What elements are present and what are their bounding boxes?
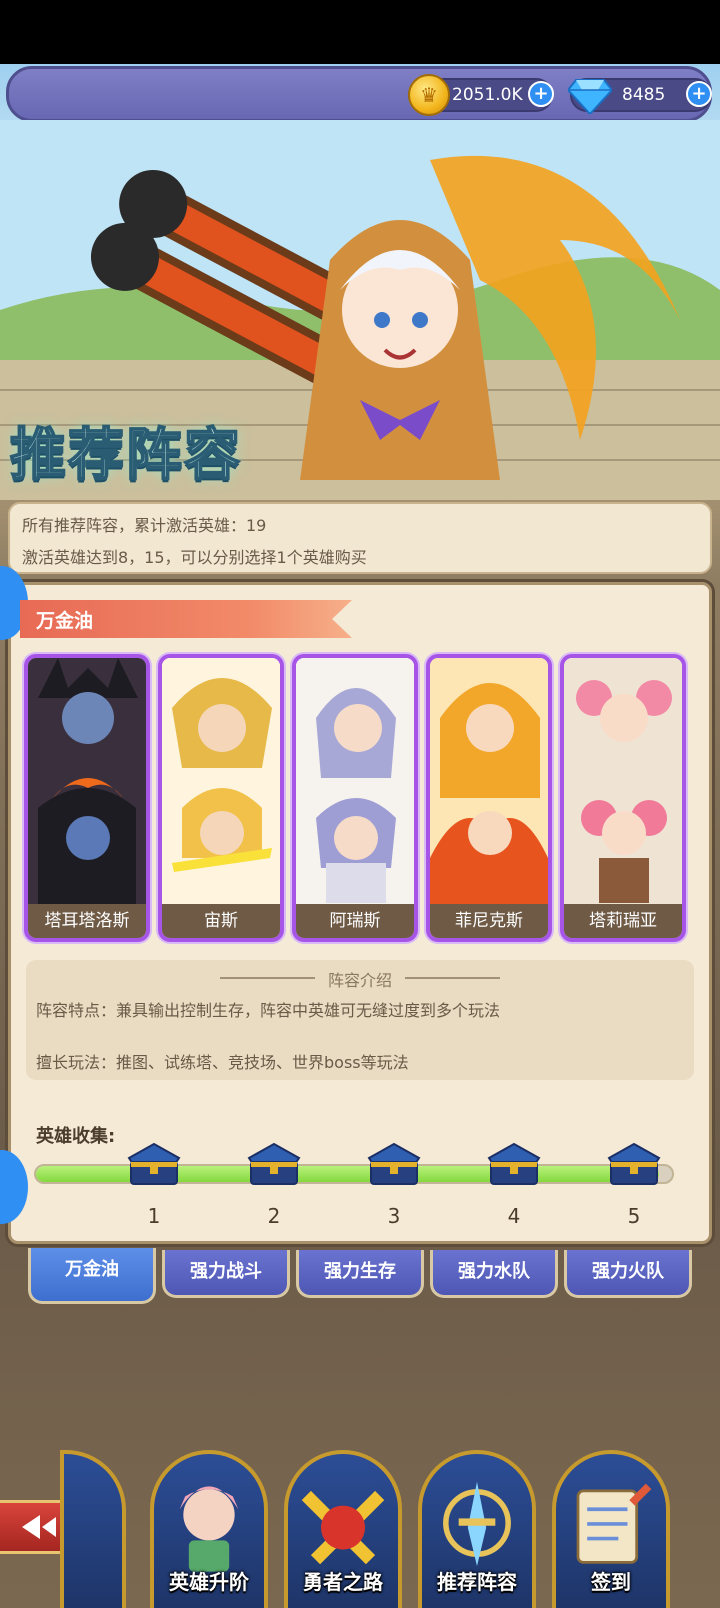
hero-name: 阿瑞斯 [296,904,414,938]
lineup-tab-4[interactable]: 强力水队 [430,1250,558,1298]
hero-card-talia[interactable]: 塔莉瑞亚 [560,654,686,942]
milestone-label: 2 [267,1204,281,1228]
lineup-name: 万金油 [36,610,94,632]
hero-card-ares[interactable]: 阿瑞斯 [292,654,418,942]
ares-portrait [296,658,414,906]
milestone-label: 4 [507,1204,521,1228]
zeus-portrait [162,658,280,906]
talia-portrait [564,658,682,906]
nav-label: 英雄升阶 [169,1570,249,1594]
lineup-tab-3[interactable]: 强力生存 [296,1250,424,1298]
activated-heroes-text: 所有推荐阵容，累计激活英雄：19 [22,516,267,535]
hero-name: 宙斯 [162,904,280,938]
reward-chest-icon[interactable] [125,1138,183,1188]
collection-label: 英雄收集: [36,1126,116,1147]
lineup-tab-2[interactable]: 强力战斗 [162,1250,290,1298]
tartarus-portrait [28,658,146,906]
lineup-modes-text: 擅长玩法：推图、试练塔、竞技场、世界boss等玩法 [36,1053,409,1072]
reward-chest-icon[interactable] [245,1138,303,1188]
reward-chest-icon[interactable] [365,1138,423,1188]
status-bar [0,0,720,64]
hero-name: 塔耳塔洛斯 [28,904,146,938]
milestone-label: 1 [147,1204,161,1228]
reward-chest-icon[interactable] [605,1138,663,1188]
nav-label: 勇者之路 [303,1570,383,1594]
milestone-label: 5 [627,1204,641,1228]
reward-chest-icon[interactable] [485,1138,543,1188]
add-coins-button[interactable]: + [528,81,554,107]
intro-title: 阵容介绍 [327,971,392,990]
hero-card-zeus[interactable]: 宙斯 [158,654,284,942]
nav-label: 推荐阵容 [437,1570,517,1594]
lineup-tab-5[interactable]: 强力火队 [564,1250,692,1298]
lineup-features-text: 阵容特点：兼具输出控制生存，阵容中英雄可无缝过度到多个玩法 [36,1001,501,1020]
add-gems-button[interactable]: + [686,81,712,107]
page-title: 推荐阵容 [9,421,242,489]
hero-name: 菲尼克斯 [430,904,548,938]
purchase-hint-text: 激活英雄达到8，15，可以分别选择1个英雄购买 [22,548,367,567]
hero-card-phoenix[interactable]: 菲尼克斯 [426,654,552,942]
diamond-icon [568,79,612,114]
hero-card-tartarus[interactable]: 塔耳塔洛斯 [24,654,150,942]
nav-label: 签到 [591,1570,631,1594]
gem-amount: 8485 [622,85,666,105]
gold-coin-icon: ♛ [408,74,450,116]
hero-name: 塔莉瑞亚 [564,904,682,938]
coin-amount: 2051.0K [452,85,523,105]
phoenix-portrait [430,658,548,906]
lineup-tab-1[interactable]: 万金油 [28,1248,156,1304]
milestone-label: 3 [387,1204,401,1228]
